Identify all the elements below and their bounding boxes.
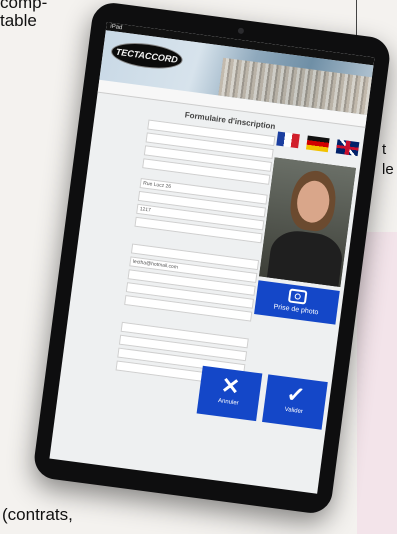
status-right	[370, 57, 371, 65]
field-label	[89, 202, 137, 208]
take-photo-button[interactable]: Prise de photo	[254, 280, 340, 325]
user-photo	[259, 157, 356, 287]
field-label	[82, 255, 130, 261]
field-label	[100, 118, 148, 124]
field-label	[97, 144, 145, 150]
tablet-device: iPad TECTACCORD Formulaire d'inscription…	[31, 0, 393, 516]
form-fields: Rue Lucz 26 1217 lectha@hotmail.com	[68, 112, 276, 389]
field-label	[91, 189, 139, 195]
field-label	[88, 215, 136, 221]
field-label	[72, 333, 120, 339]
take-photo-label: Prise de photo	[273, 303, 319, 317]
brand-logo: TECTACCORD	[109, 39, 185, 73]
status-center	[246, 41, 247, 49]
german-flag-icon[interactable]	[305, 135, 330, 153]
cancel-label: Annuler	[217, 398, 239, 407]
cancel-button[interactable]: ✕ Annuler	[196, 365, 263, 422]
field-label	[81, 267, 129, 273]
field-label	[99, 131, 147, 137]
field-label	[69, 359, 117, 365]
field-label	[95, 156, 143, 162]
check-icon: ✓	[285, 381, 307, 409]
camera-dot	[237, 27, 245, 35]
field-label	[93, 176, 141, 182]
field-label	[79, 280, 127, 286]
form-area: Rue Lucz 26 1217 lectha@hotmail.com Pris…	[51, 111, 363, 483]
field-label	[84, 242, 132, 248]
tablet-screen: iPad TECTACCORD Formulaire d'inscription…	[49, 22, 375, 494]
french-flag-icon[interactable]	[276, 131, 300, 149]
document-sidebar-box	[357, 232, 397, 534]
camera-icon	[287, 288, 308, 305]
document-text-right: t le	[382, 141, 394, 178]
document-text-top-left: comp- table	[0, 0, 48, 30]
field-label	[77, 293, 125, 299]
validate-label: Valider	[284, 406, 304, 416]
field-label	[70, 346, 118, 352]
document-text-bottom-left: (contrats,	[2, 505, 73, 524]
uk-flag-icon[interactable]	[335, 139, 360, 157]
action-buttons: ✕ Annuler ✓ Valider	[196, 365, 328, 430]
validate-button[interactable]: ✓ Valider	[262, 374, 328, 430]
close-icon: ✕	[219, 372, 242, 400]
field-label	[74, 320, 122, 326]
